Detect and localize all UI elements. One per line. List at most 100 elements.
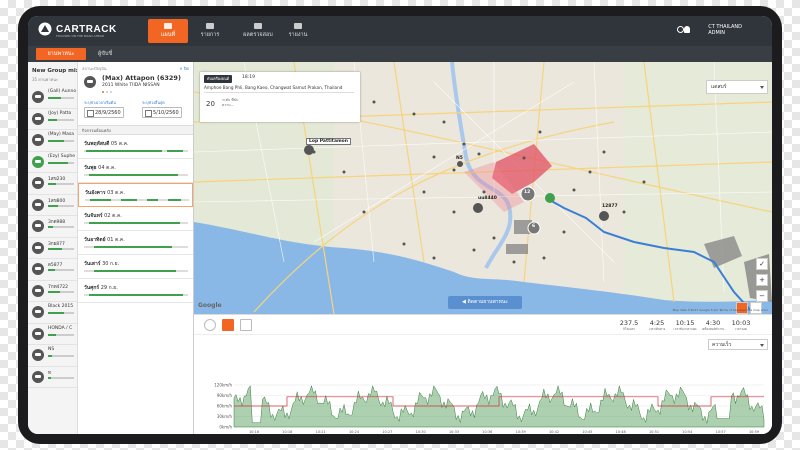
- report-icon: [294, 23, 302, 29]
- vehicle-activity-bar: [48, 355, 74, 357]
- car-icon: [32, 284, 44, 297]
- user-name: ADMIN: [708, 30, 726, 36]
- vehicle-activity-bar: [48, 161, 74, 164]
- car-icon: [32, 177, 44, 189]
- bell-icon[interactable]: [684, 26, 690, 33]
- nav-item[interactable]: รายการ: [190, 19, 230, 43]
- vehicle-list-item[interactable]: HONDA / C: [28, 324, 77, 345]
- detail-header: สถานะปัจจุบัน × ปิด: [78, 62, 193, 71]
- vehicle-label: 1สข230: [48, 177, 66, 182]
- to-date-input[interactable]: 5/10/2560: [142, 107, 182, 118]
- vehicle-activity-bar: [48, 140, 74, 142]
- trip-stat-label: เวลาเดินทาง: [648, 327, 666, 331]
- pager-dots[interactable]: [102, 91, 112, 93]
- clock-icon[interactable]: [204, 319, 216, 331]
- map-view-select[interactable]: แดสบร์: [706, 80, 768, 94]
- group-title[interactable]: New Group mix1: [28, 62, 77, 76]
- trip-stat-label: กิโลเมตร: [623, 327, 635, 331]
- user-menu[interactable]: CT THAILAND ADMIN: [708, 24, 742, 36]
- vehicle-list-item[interactable]: ด5877: [28, 259, 77, 281]
- vehicle-list-item[interactable]: 3กย877: [28, 238, 77, 259]
- trip-stat-label: เครื่องยนต์ทำงาน: [701, 327, 725, 331]
- car-icon: [32, 198, 44, 211]
- nav-item[interactable]: รายงาน: [278, 19, 318, 43]
- car-icon: [32, 263, 44, 275]
- vehicle-list-item[interactable]: (Gall) Aunno: [28, 87, 77, 109]
- vehicle-label: (Joy) Patto: [48, 110, 72, 116]
- chart-x-tick: 10:57: [716, 430, 726, 434]
- activity-day-row[interactable]: วันเสาร์ 30 ก.ย.: [78, 255, 193, 279]
- vehicle-label: (Gall) Aunno: [48, 89, 77, 94]
- map-view[interactable]: Lop Pattitamon N5 12 6 uu8440 12877 ดับเ…: [194, 62, 772, 314]
- playback-toolbar: 237.5 กิโลเมตร 4:25 เวลาเดินทาง 10:15 เวลาขับ…: [194, 314, 772, 334]
- vehicle-activity-bar: [48, 97, 74, 99]
- vehicle-label: 3กย877: [48, 241, 65, 247]
- vehicle-label: 3กด988: [48, 220, 66, 225]
- vehicle-list-item[interactable]: 1สข800: [28, 195, 77, 216]
- chart-y-tick: 30km/h: [217, 414, 233, 419]
- vehicle-list-item[interactable]: ท: [28, 367, 77, 388]
- trip-stat: 4:25 เวลาเดินทาง: [642, 319, 672, 332]
- vehicle-list-item[interactable]: 3กด988: [28, 216, 77, 238]
- activity-day-label: วันพฤหัสบดี 05 ต.ค.: [84, 141, 129, 147]
- cartrack-logo[interactable]: CARTRACK FOCUSED ON THE ROAD AHEAD: [38, 22, 117, 38]
- speed-chart[interactable]: 120km/h 90km/h 60km/h 30km/h 0km/h 10:16 10:18…: [194, 335, 772, 434]
- engine-status-badge: ดับเครื่องยนต์: [204, 75, 233, 83]
- chart-y-tick: 120km/h: [214, 383, 232, 388]
- vehicle-list-item[interactable]: (Ezy) Suphe: [28, 152, 77, 173]
- follow-vehicle-button[interactable]: ◀ ติดตามยานพาหนะ: [448, 296, 522, 309]
- activity-day-row[interactable]: วันพุธ 04 ต.ค.: [78, 159, 193, 183]
- vehicle-list-item[interactable]: (Joy) Patto: [28, 109, 77, 130]
- activity-day-row[interactable]: วันพฤหัสบดี 05 ต.ค.: [78, 135, 193, 159]
- activity-timeline: [84, 294, 188, 296]
- activity-day-label: วันเสาร์ 30 ก.ย.: [84, 261, 120, 267]
- chart-x-tick: 10:16: [249, 430, 259, 434]
- chart-x-tick: 10:36: [482, 430, 492, 434]
- map-cluster-count[interactable]: 6: [532, 224, 535, 229]
- vehicle-activity-bar: [48, 290, 74, 293]
- from-date-input[interactable]: 28/9/2560: [84, 107, 124, 118]
- map-vehicle-label[interactable]: uu8440: [478, 196, 497, 201]
- nav-item-label: รายงาน: [288, 32, 308, 38]
- brand-name: CARTRACK: [56, 23, 117, 35]
- activity-day-row[interactable]: วันอาทิตย์ 01 ต.ค.: [78, 231, 193, 255]
- speed-chart-button[interactable]: [222, 319, 234, 331]
- activity-section-title: กิจกรรมย้อนหลัง: [78, 126, 193, 135]
- car-icon: [254, 23, 262, 29]
- nav-item[interactable]: แผนที่: [148, 19, 188, 43]
- car-icon: [32, 349, 44, 361]
- chart-x-tick: 10:27: [382, 430, 392, 434]
- sub-tab[interactable]: ผู้ขับขี่: [92, 48, 118, 60]
- activity-day-label: วันจันทร์ 02 ต.ค.: [84, 213, 122, 219]
- vehicle-name: (Max) Attapon (6329): [102, 74, 181, 82]
- zoom-out-button[interactable]: −: [756, 290, 768, 302]
- vehicle-list-item[interactable]: 7กท4722: [28, 281, 77, 302]
- map-label[interactable]: N5: [456, 156, 463, 161]
- vehicle-list-item[interactable]: 1สข230: [28, 173, 77, 195]
- compass-icon[interactable]: ✓: [756, 258, 768, 270]
- vehicle-info-card[interactable]: ดับเครื่องยนต์ 18:19 Amphoe Bang Phli, B…: [200, 72, 360, 122]
- nav-item[interactable]: ผลตรวจสอบ: [238, 19, 278, 43]
- map-copyright[interactable]: Map data ©2017 Google 5 km Terms of Use …: [673, 308, 768, 312]
- map-label[interactable]: Lop Pattitamon: [306, 138, 351, 145]
- sub-tab[interactable]: ยานพาหนะ: [36, 48, 86, 60]
- vehicle-list-item[interactable]: Black 2015: [28, 302, 77, 324]
- vehicle-activity-bar: [48, 226, 74, 228]
- map-vehicle-label[interactable]: 12877: [602, 204, 618, 209]
- chart-y-tick: 60km/h: [217, 404, 233, 409]
- activity-day-row[interactable]: วันจันทร์ 02 ต.ค.: [78, 207, 193, 231]
- chart-x-tick: 10:45: [582, 430, 592, 434]
- car-icon: [32, 112, 44, 125]
- activity-day-row[interactable]: วันศุกร์ 29 ก.ย.: [78, 279, 193, 303]
- vehicle-list-item[interactable]: (May) Masa: [28, 130, 77, 152]
- map-view-select-value: แดสบร์: [711, 84, 727, 90]
- car-icon: [84, 76, 96, 88]
- zoom-in-button[interactable]: +: [756, 274, 768, 286]
- vehicle-activity-bar: [48, 118, 74, 121]
- activity-day-row[interactable]: วันอังคาร 03 ต.ค.: [78, 183, 193, 207]
- vehicle-activity-bar: [48, 183, 74, 185]
- vehicle-list-item[interactable]: NS: [28, 345, 77, 367]
- table-view-button[interactable]: [240, 319, 252, 331]
- trip-stat-label: เวลาจอด: [735, 327, 747, 331]
- map-cluster-count[interactable]: 12: [524, 190, 530, 195]
